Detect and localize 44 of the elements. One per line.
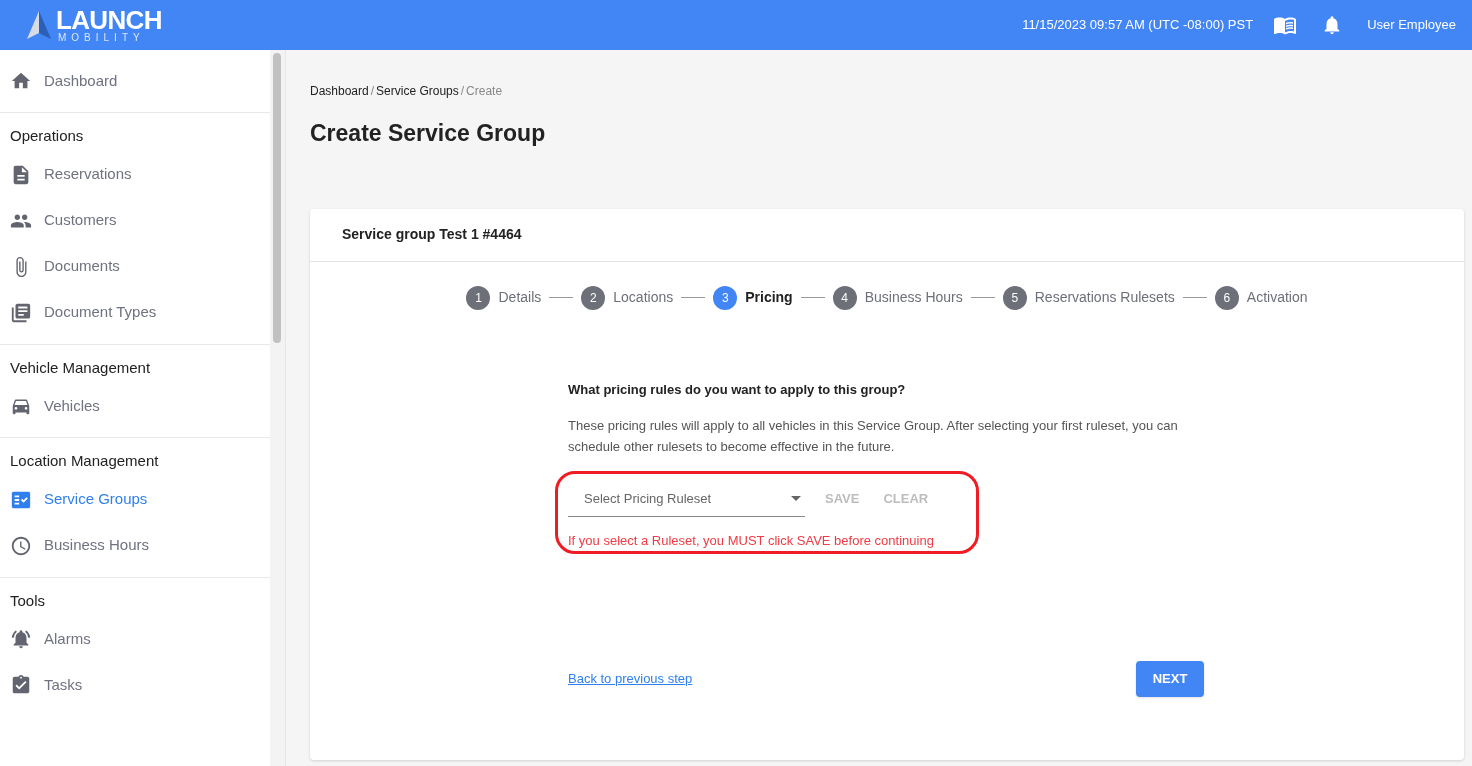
stepper-step[interactable]: 1 Details [466,285,542,310]
datetime-text: 11/15/2023 09:57 AM (UTC -08:00) PST [1022,16,1254,35]
breadcrumb-item: Create [466,83,503,100]
rocket-logo-icon [26,9,52,41]
sidebar-item[interactable]: Customers [0,197,271,244]
sidebar-item[interactable]: Business Hours [0,522,271,569]
user-name[interactable]: User Employee [1367,15,1456,35]
description-text: These pricing rules will apply to all vehicles in this Service Group. After selecting your first ruleset, you can schedule other rulesets to become effective in the future. [568,417,1179,456]
ruleset-select[interactable]: Select Pricing Ruleset [568,481,805,517]
logo-subtitle: MOBILITY [58,33,146,43]
sidebar-item[interactable]: Documents [0,243,271,290]
section-heading: Tools [9,590,47,611]
logo-title: LAUNCH [56,7,162,33]
stepper-step[interactable]: 2 Locations [581,285,674,310]
clipboard-check-icon [10,674,32,696]
caret-icon [791,496,801,501]
stepper-step[interactable]: 6 Activation [1214,285,1308,310]
warning-text: If you select a Ruleset, you MUST click SAVE before continuing [568,532,935,550]
breadcrumb-separator: / [370,83,375,100]
question-text: What pricing rules do you want to apply to this group? [568,380,907,399]
sidebar-item[interactable]: Reservations [0,151,271,198]
breadcrumb-item[interactable]: Dashboard [310,82,369,100]
ringing-bell-icon [10,628,32,650]
next-button[interactable]: NEXT [1136,660,1204,697]
breadcrumb-item[interactable]: Service Groups [376,82,459,100]
stepper-step[interactable]: 4 Business Hours [832,285,963,310]
stepper-step[interactable]: 3 Pricing [713,285,793,310]
section-heading: Vehicle Management [9,357,152,378]
section-heading: Location Management [9,451,160,471]
sidebar-item[interactable]: Document Types [0,289,271,336]
sidebar-item[interactable]: Service Groups [0,476,271,523]
sidebar-item[interactable]: Vehicles [0,383,271,429]
sidebar-item[interactable]: Alarms [0,616,271,662]
sidebar-item[interactable]: Dashboard [0,58,271,104]
scrollbar[interactable] [270,50,285,766]
document-stack-icon [10,301,32,324]
clock-icon [10,534,32,557]
stepper-step[interactable]: 5 Reservations Rulesets [1002,285,1175,310]
section-heading: Operations [9,126,85,146]
breadcrumb-separator: / [460,83,465,100]
page-title: Create Service Group [310,119,547,148]
sidebar-item[interactable]: Tasks [0,662,271,708]
card-title: Service group Test 1 #4464 [342,225,522,244]
back-link[interactable]: Back to previous step [568,668,693,689]
